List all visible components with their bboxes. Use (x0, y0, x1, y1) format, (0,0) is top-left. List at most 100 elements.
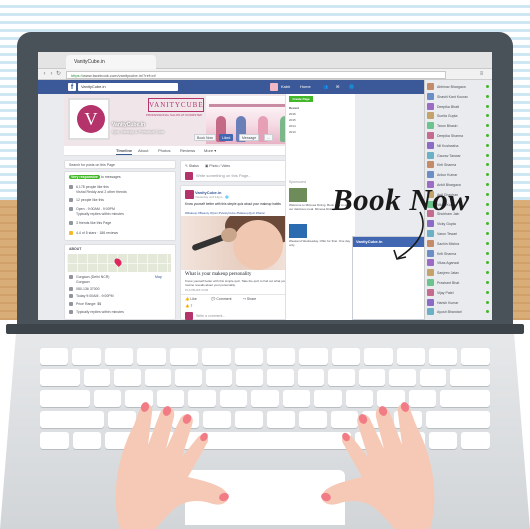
map-link[interactable]: Map (155, 275, 162, 279)
messages-icon[interactable]: ✉ (336, 83, 339, 91)
liked-button[interactable]: Liked (219, 134, 234, 141)
ad-image[interactable] (289, 188, 307, 202)
cover-brand-logo: VANITYCUBE (148, 98, 204, 112)
chat-friend-name: Sachin Mishra (437, 241, 460, 246)
chat-friend[interactable]: Deepika Bhatt (427, 102, 491, 112)
facebook-logo-icon[interactable]: f (68, 83, 76, 91)
price-range: Price Range: $$ (69, 302, 101, 307)
page-title[interactable]: VanityCube.in (112, 122, 145, 128)
friends-icon (69, 221, 73, 226)
reply-time: Typically replies within minutes (76, 212, 124, 216)
avatar[interactable] (270, 83, 278, 91)
responsiveness-badge: Very responsive (69, 175, 100, 179)
address-bar[interactable]: https://www.facebook.com/vanitycube.in/?… (66, 71, 446, 79)
chat-friend-name: Sanjeev Jatav (437, 271, 459, 276)
tab-about[interactable]: About (138, 148, 148, 154)
avatar (427, 83, 434, 90)
comment-button[interactable]: 💬 Comment (211, 297, 232, 301)
more-options-button[interactable]: ... (264, 134, 273, 141)
chat-friend[interactable]: Vicky Gupta (427, 219, 491, 229)
chat-friend[interactable]: Prashant Bhat (427, 278, 491, 288)
ad-image[interactable] (289, 224, 307, 238)
avatar (427, 92, 434, 100)
year-2015[interactable]: 2015 (289, 118, 296, 122)
create-page-button[interactable]: Create Page (289, 96, 313, 102)
chat-friend[interactable]: Harish Kumar (427, 298, 491, 308)
chat-friend-name: Vikas Agarwal (437, 261, 459, 266)
map[interactable] (67, 254, 171, 272)
comment-input[interactable]: Write a comment... (185, 312, 225, 320)
message-button[interactable]: Message (239, 134, 260, 141)
home-link[interactable]: Home (300, 83, 311, 91)
photo-video-tab[interactable]: ▣ Photo / Video (205, 164, 230, 168)
page-post-search-input[interactable]: Search for posts on this Page (69, 163, 115, 167)
avatar (427, 102, 434, 110)
chat-friend[interactable]: Tarun Bhasin (427, 121, 491, 131)
year-2014[interactable]: 2014 (289, 124, 296, 128)
profile-link[interactable]: Kabir (281, 83, 290, 91)
reload-icon[interactable]: ↻ (55, 71, 62, 78)
chat-friend[interactable]: Nil Kushwaha (427, 141, 491, 151)
link-title[interactable]: What is your makeup personality (185, 272, 251, 277)
year-2013[interactable]: 2013 (289, 130, 296, 134)
forward-icon[interactable]: › (48, 71, 55, 78)
tab-more[interactable]: More ▾ (204, 148, 216, 154)
online-status-icon (486, 300, 489, 304)
likes-row[interactable]: 6,178 people like this (69, 185, 109, 190)
share-button[interactable]: ↪ Share (243, 297, 256, 301)
tab-photos[interactable]: Photos (158, 148, 170, 154)
tab-timeline[interactable]: Timeline (116, 148, 133, 155)
chat-friend-name: Abhinav Bhargava (437, 85, 466, 89)
tab-reviews[interactable]: Reviews (180, 148, 195, 154)
post-time[interactable]: Yesterday at 6:14pm · 🌐 (195, 195, 229, 199)
post-avatar[interactable] (185, 190, 194, 199)
chat-friend[interactable]: Kirti Sharma (427, 160, 491, 170)
chat-friend[interactable]: Ankur Kumar (427, 170, 491, 180)
browser-tab[interactable]: VanityCube.in (66, 55, 156, 69)
chat-friend[interactable]: Kriti Sharma (427, 249, 491, 259)
composer-input[interactable]: Write something on this Page... (185, 172, 252, 180)
online-status-icon (486, 173, 489, 177)
page-post-search[interactable]: Search for posts on this Page (64, 160, 176, 169)
status-tab[interactable]: ✎ Status (185, 164, 199, 168)
like-count[interactable]: 👍 7 (185, 304, 192, 308)
friends-like-row[interactable]: 3 friends like this Page (69, 221, 111, 226)
likes-friends[interactable]: Vishal Reddy and 2 other friends (76, 190, 127, 194)
chat-friend-name: Kriti Sharma (437, 251, 457, 256)
chat-friend[interactable]: Sunita Gupta (427, 111, 491, 121)
notifications-icon[interactable]: 🌐 (349, 83, 354, 91)
online-status-icon (486, 232, 489, 235)
rating-row[interactable]: 4.4 of 5 stars · 186 reviews (69, 231, 118, 236)
online-status-icon (486, 183, 489, 186)
page-tabs: Timeline About Photos Reviews More ▾ (64, 146, 310, 156)
avatar (427, 112, 434, 120)
chat-friend[interactable]: Varun Tewari (427, 229, 491, 239)
chat-friend[interactable]: Gaurav Tanwar (427, 151, 491, 161)
ad-text[interactable]: Weekend Wednesday. Offer for 31st. One d… (289, 239, 353, 248)
phone-icon (69, 287, 73, 292)
v-logo-icon: V (77, 105, 105, 133)
chat-friend[interactable]: Vijay Patel (427, 288, 491, 298)
clock-icon (69, 294, 73, 299)
online-status-icon (486, 251, 489, 255)
year-recent[interactable]: Recent (289, 106, 299, 110)
chat-friend[interactable]: Shashi Kant Kourav (427, 92, 491, 102)
address: Gurgaon (Delhi NCR) (69, 275, 109, 280)
chat-friend[interactable]: Abhinav Bhargava (427, 82, 491, 92)
book-now-button[interactable]: Book Now (194, 134, 216, 141)
chat-friend[interactable]: Ayush Bhandari (427, 307, 491, 317)
menu-icon[interactable]: ≡ (478, 71, 485, 78)
online-status-icon (486, 104, 489, 108)
like-button[interactable]: 👍 Like (185, 297, 197, 301)
facebook-search-input[interactable]: VanityCube.in (78, 83, 178, 91)
year-2016[interactable]: 2016 (289, 112, 296, 116)
chat-friend[interactable]: Vikas Agarwal (427, 258, 491, 268)
chat-friend[interactable]: Deepika Sharma (427, 131, 491, 141)
online-status-icon (486, 94, 489, 98)
chat-friend-name: Shashi Kant Kourav (437, 94, 468, 99)
friend-requests-icon[interactable]: 👥 (323, 83, 328, 91)
page-profile-picture[interactable]: V (68, 98, 110, 140)
chat-friend[interactable]: Sachin Mishra (427, 239, 491, 249)
back-icon[interactable]: ‹ (41, 71, 48, 78)
chat-friend[interactable]: Sanjeev Jatav (427, 268, 491, 278)
